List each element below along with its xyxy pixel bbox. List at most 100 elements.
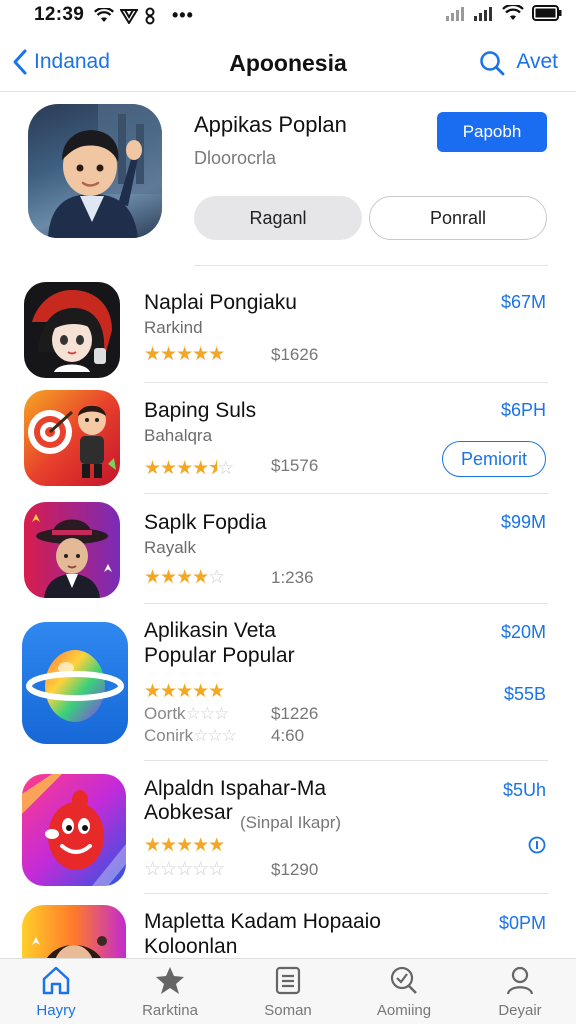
app-title: Baping Suls	[144, 399, 257, 422]
list-item[interactable]: Baping Suls Bahalqra ★★★★⯨☆ $1576 $6PH P…	[0, 390, 576, 494]
settings-icon	[145, 7, 155, 24]
app-title: Mapletta Kadam Hopaaio	[144, 910, 381, 933]
list-item[interactable]: Naplai Pongiaku Rarkind ★★★★★ $1626 $67M	[0, 282, 576, 382]
tab-profile-label: Deyair	[498, 1002, 542, 1019]
search-check-icon	[390, 966, 417, 994]
segment-button-2[interactable]: Ponrall	[369, 196, 547, 240]
app-icon	[24, 390, 120, 486]
tab-search-label: Aomiing	[376, 1002, 432, 1019]
featured-app-subtitle: Dloorocrla	[194, 148, 277, 168]
app-subtitle: Rarkind	[144, 318, 203, 337]
tab-ranking[interactable]: Rarktina	[124, 965, 216, 1019]
nav-bar: Indanad Apoonesia Avet	[0, 36, 576, 92]
info-icon[interactable]	[528, 836, 546, 859]
navigation-icon	[120, 8, 138, 24]
divider	[144, 603, 548, 604]
app-title: Naplai Pongiaku	[144, 291, 297, 314]
nav-right-button[interactable]: Avet	[516, 50, 558, 74]
featured-app-artwork[interactable]	[28, 104, 162, 238]
signal-icon	[446, 7, 464, 21]
app-subtitle: Rayalk	[144, 538, 196, 557]
status-left-icons: •••	[94, 5, 194, 26]
wifi-icon	[94, 7, 114, 22]
rating-stars: ★★★★★	[144, 681, 225, 702]
app-title: Saplk Fopdia	[144, 511, 267, 534]
app-price[interactable]: $6PH	[501, 400, 546, 421]
star-icon	[156, 967, 184, 994]
status-time: 12:39	[34, 4, 85, 25]
rating-stars-secondary: ☆☆☆☆☆	[144, 859, 225, 880]
rating-count: $1290	[271, 860, 319, 879]
list-icon	[275, 966, 301, 995]
app-title-line2: Aobkesar	[144, 801, 233, 824]
target-boy-icon	[24, 390, 120, 486]
rating-count: $1626	[271, 345, 319, 364]
rating-count: $1576	[271, 456, 319, 475]
list-item[interactable]: Alpaldn Ispahar-Ma Aobkesar (Sinpal Ikap…	[0, 770, 576, 896]
search-icon	[480, 51, 505, 76]
rating-count: 1:236	[271, 568, 314, 587]
home-icon	[42, 966, 70, 995]
app-title: Aplikasin Veta	[144, 619, 276, 642]
planet-icon	[22, 622, 128, 744]
divider	[144, 493, 548, 494]
tab-search[interactable]: Aomiing	[358, 965, 450, 1019]
featured-primary-button[interactable]: Papobh	[437, 112, 547, 152]
rating-stars: ★★★★★	[144, 344, 225, 365]
app-subtitle: Bahalqra	[144, 426, 213, 445]
segment-button-1[interactable]: Raganl	[194, 196, 362, 240]
wifi-icon-right	[502, 5, 524, 20]
rating-stars: ★★★★★	[144, 835, 225, 856]
status-more-dots: •••	[172, 5, 194, 25]
tab-home[interactable]: Hayry	[10, 965, 102, 1019]
tab-ranking-label: Rarktina	[142, 1002, 198, 1019]
anime-girl-icon	[24, 282, 120, 378]
app-price[interactable]: $0PM	[499, 913, 546, 934]
chevron-left-icon	[13, 49, 27, 75]
app-title-line2: Popular Popular	[144, 644, 295, 667]
divider	[194, 265, 548, 266]
rating-label: Oortk☆☆☆	[144, 704, 229, 723]
app-price[interactable]: $5Uh	[503, 780, 546, 801]
tab-list[interactable]: Soman	[242, 965, 334, 1019]
list-item[interactable]: Saplk Fopdia Rayalk ★★★★☆ 1:236 $99M	[0, 502, 576, 602]
rating-stars: ★★★★☆	[144, 567, 225, 588]
person-icon	[506, 966, 534, 995]
rating-label-text: Oortk	[144, 704, 186, 723]
rating-stars: ★★★★⯨☆	[144, 458, 234, 479]
back-label: Indanad	[34, 50, 110, 73]
app-icon	[22, 774, 126, 886]
signal-icon-2	[474, 7, 492, 21]
girl-portrait-icon	[22, 905, 126, 958]
list-item[interactable]: Aplikasin Veta Popular Popular ★★★★★ Oor…	[0, 612, 576, 762]
hat-boy-icon	[24, 502, 120, 598]
tab-profile[interactable]: Deyair	[474, 965, 566, 1019]
status-right-icons	[446, 5, 562, 21]
app-action-button[interactable]: Pemiorit	[442, 441, 546, 477]
app-price-secondary[interactable]: $55B	[504, 684, 546, 705]
app-price[interactable]: $99M	[501, 512, 546, 533]
divider	[144, 893, 548, 894]
tab-home-label: Hayry	[36, 1002, 76, 1019]
app-icon	[22, 905, 126, 958]
app-title: Alpaldn Ispahar-Ma	[144, 777, 327, 800]
search-button[interactable]	[478, 49, 506, 82]
status-bar: 12:39 •••	[0, 0, 576, 30]
red-mascot-icon	[22, 774, 126, 886]
boy-illustration-icon	[48, 104, 162, 238]
app-price[interactable]: $67M	[501, 292, 546, 313]
app-title-line2: Koloonlan	[144, 935, 238, 958]
list-item[interactable]: Mapletta Kadam Hopaaio Koloonlan $0PM	[0, 903, 576, 958]
tab-list-label: Soman	[264, 1002, 312, 1019]
app-price[interactable]: $20M	[501, 622, 546, 643]
divider	[144, 382, 548, 383]
tab-bar: Hayry Rarktina Soman Aomiing Deyair	[0, 958, 576, 1024]
featured-app-name: Appikas Poplan	[194, 112, 347, 137]
battery-icon	[532, 5, 562, 21]
app-icon	[22, 622, 128, 744]
featured-app: Appikas Poplan Dloorocrla Papobh Raganl …	[0, 92, 576, 264]
app-icon	[24, 502, 120, 598]
back-button[interactable]: Indanad	[12, 48, 110, 76]
app-subtitle: (Sinpal Ikapr)	[240, 813, 342, 832]
rating-count-secondary: 4:60	[271, 726, 305, 745]
